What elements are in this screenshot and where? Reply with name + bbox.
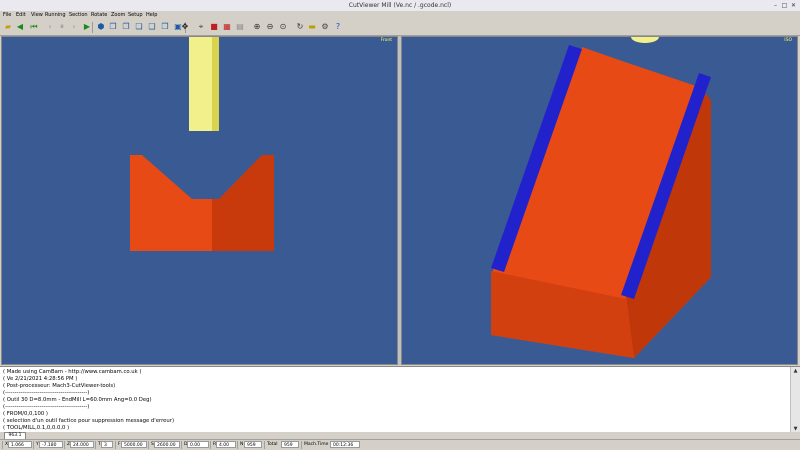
select-icon[interactable]: ⌖	[196, 22, 206, 32]
s-label: S	[148, 441, 154, 449]
mach-time-value: 00:12:36	[330, 441, 360, 448]
menu-view[interactable]: View	[31, 11, 43, 20]
step-start-icon[interactable]: ⏮	[29, 22, 39, 32]
total-value: 959	[281, 441, 299, 448]
y-label: Y	[33, 441, 39, 449]
toolbar: ▰ ◀ ⏮ ‹ ⏸ › ▶ ⬢ ❒ ❐ ❏ ❑ ❒ ▣ ✥ ⌖ ■ ▦ ▤ ⊕ …	[0, 20, 800, 36]
zoom-out-icon[interactable]: ⊖	[265, 22, 275, 32]
zoom-in-icon[interactable]: ⊕	[252, 22, 262, 32]
maximize-icon[interactable]: □	[781, 2, 788, 9]
gcode-listing[interactable]: ( Made using CamBam - http://www.cambam.…	[0, 366, 800, 434]
cutting-tool-shadow	[212, 37, 219, 131]
r-value: 4.00	[216, 441, 236, 448]
s-value: 2600.00	[154, 441, 180, 448]
top-view-icon[interactable]: ❐	[121, 22, 131, 32]
iso-view-label: ISO	[784, 38, 792, 43]
stock-profile-shade	[212, 155, 274, 251]
pause-icon[interactable]: ⏸	[57, 22, 67, 32]
gcode-line: ( Made using CamBam - http://www.cambam.…	[3, 369, 142, 375]
section-z-icon[interactable]: ▤	[235, 22, 245, 32]
shaded-view-icon[interactable]: ⬢	[96, 22, 106, 32]
status-bar: X 1.066 Y -7.180 Z 24.000 T 3 F 5000.00 …	[0, 439, 800, 450]
pan-icon[interactable]: ✥	[180, 22, 190, 32]
t-value: 3	[101, 441, 113, 448]
close-icon[interactable]: ✕	[790, 2, 797, 9]
menu-running[interactable]: Running	[45, 11, 66, 20]
gcode-scrollbar[interactable]: ▲ ▼	[790, 367, 800, 433]
menu-rotate[interactable]: Rotate	[91, 11, 107, 20]
front-view-label: Front	[380, 38, 392, 43]
section-y-icon[interactable]: ▦	[222, 22, 232, 32]
f-label: F	[115, 441, 121, 449]
rotate-icon[interactable]: ↻	[295, 22, 305, 32]
play-icon[interactable]: ▶	[82, 22, 92, 32]
front-view-pane[interactable]: Front	[1, 36, 398, 365]
rewind-icon[interactable]: ◀	[15, 22, 25, 32]
side-view-icon[interactable]: ❑	[147, 22, 157, 32]
menu-help[interactable]: Help	[146, 11, 157, 20]
menu-setup[interactable]: Setup	[128, 11, 143, 20]
z-value: 24.000	[70, 441, 94, 448]
n-value: 959	[244, 441, 262, 448]
total-label: Total	[264, 441, 278, 449]
menu-section[interactable]: Section	[69, 11, 88, 20]
back-view-icon[interactable]: ❒	[160, 22, 170, 32]
toolbar-separator	[92, 22, 93, 33]
measure-icon[interactable]: ▬	[307, 22, 317, 32]
gcode-line: ( Post-processeur: Mach3-CutViewer-tools…	[3, 383, 116, 389]
x-value: 1.066	[8, 441, 32, 448]
iso-view-pane[interactable]: ISO	[401, 36, 798, 365]
section-x-icon[interactable]: ■	[209, 22, 219, 32]
window-title: CutViewer Mill (Ve.nc / .gcode.ncl)	[348, 2, 452, 9]
line-indicator-bar: 963.1	[0, 432, 800, 440]
step-icon[interactable]: ›	[69, 22, 79, 32]
gcode-line: ( Ve 2/21/2021 4:28:56 PM )	[3, 376, 78, 382]
minimize-icon[interactable]: –	[772, 2, 779, 9]
menu-bar: File Edit View Running Section Rotate Zo…	[0, 11, 800, 20]
gcode-line: (---------------------------------------…	[3, 404, 90, 410]
gcode-line: ( TOOL/MILL,0.1,0,0.0,0 )	[3, 425, 70, 431]
front-view-icon[interactable]: ❏	[134, 22, 144, 32]
zoom-fit-icon[interactable]: ⊙	[278, 22, 288, 32]
gcode-line: ( selection d'un outil factice pour supp…	[3, 418, 175, 424]
gcode-line: (---------------------------------------…	[3, 390, 90, 396]
scroll-up-icon[interactable]: ▲	[791, 367, 800, 375]
iso-view-canvas	[491, 37, 711, 358]
front-view-canvas	[130, 37, 274, 251]
settings-icon[interactable]: ⚙	[320, 22, 330, 32]
mach-time-label: Mach.Time	[301, 441, 328, 449]
help-icon[interactable]: ?	[333, 22, 343, 32]
iso-view-icon[interactable]: ❒	[108, 22, 118, 32]
t-label: T	[95, 441, 101, 449]
n-label: N	[237, 441, 243, 449]
menu-zoom[interactable]: Zoom	[111, 11, 125, 20]
gcode-line: ( Outil 30 D=8.0mm - EndMill L=60.0mm An…	[3, 397, 152, 403]
gcode-line: ( FROM/0,0,100 )	[3, 411, 48, 417]
y-value: -7.180	[39, 441, 63, 448]
menu-edit[interactable]: Edit	[16, 11, 26, 20]
open-icon[interactable]: ▰	[3, 22, 13, 32]
cutting-tool-top	[631, 37, 659, 43]
d-value: 0.00	[187, 441, 209, 448]
f-value: 5000.00	[121, 441, 147, 448]
step-back-icon[interactable]: ‹	[45, 22, 55, 32]
menu-file[interactable]: File	[3, 11, 11, 20]
